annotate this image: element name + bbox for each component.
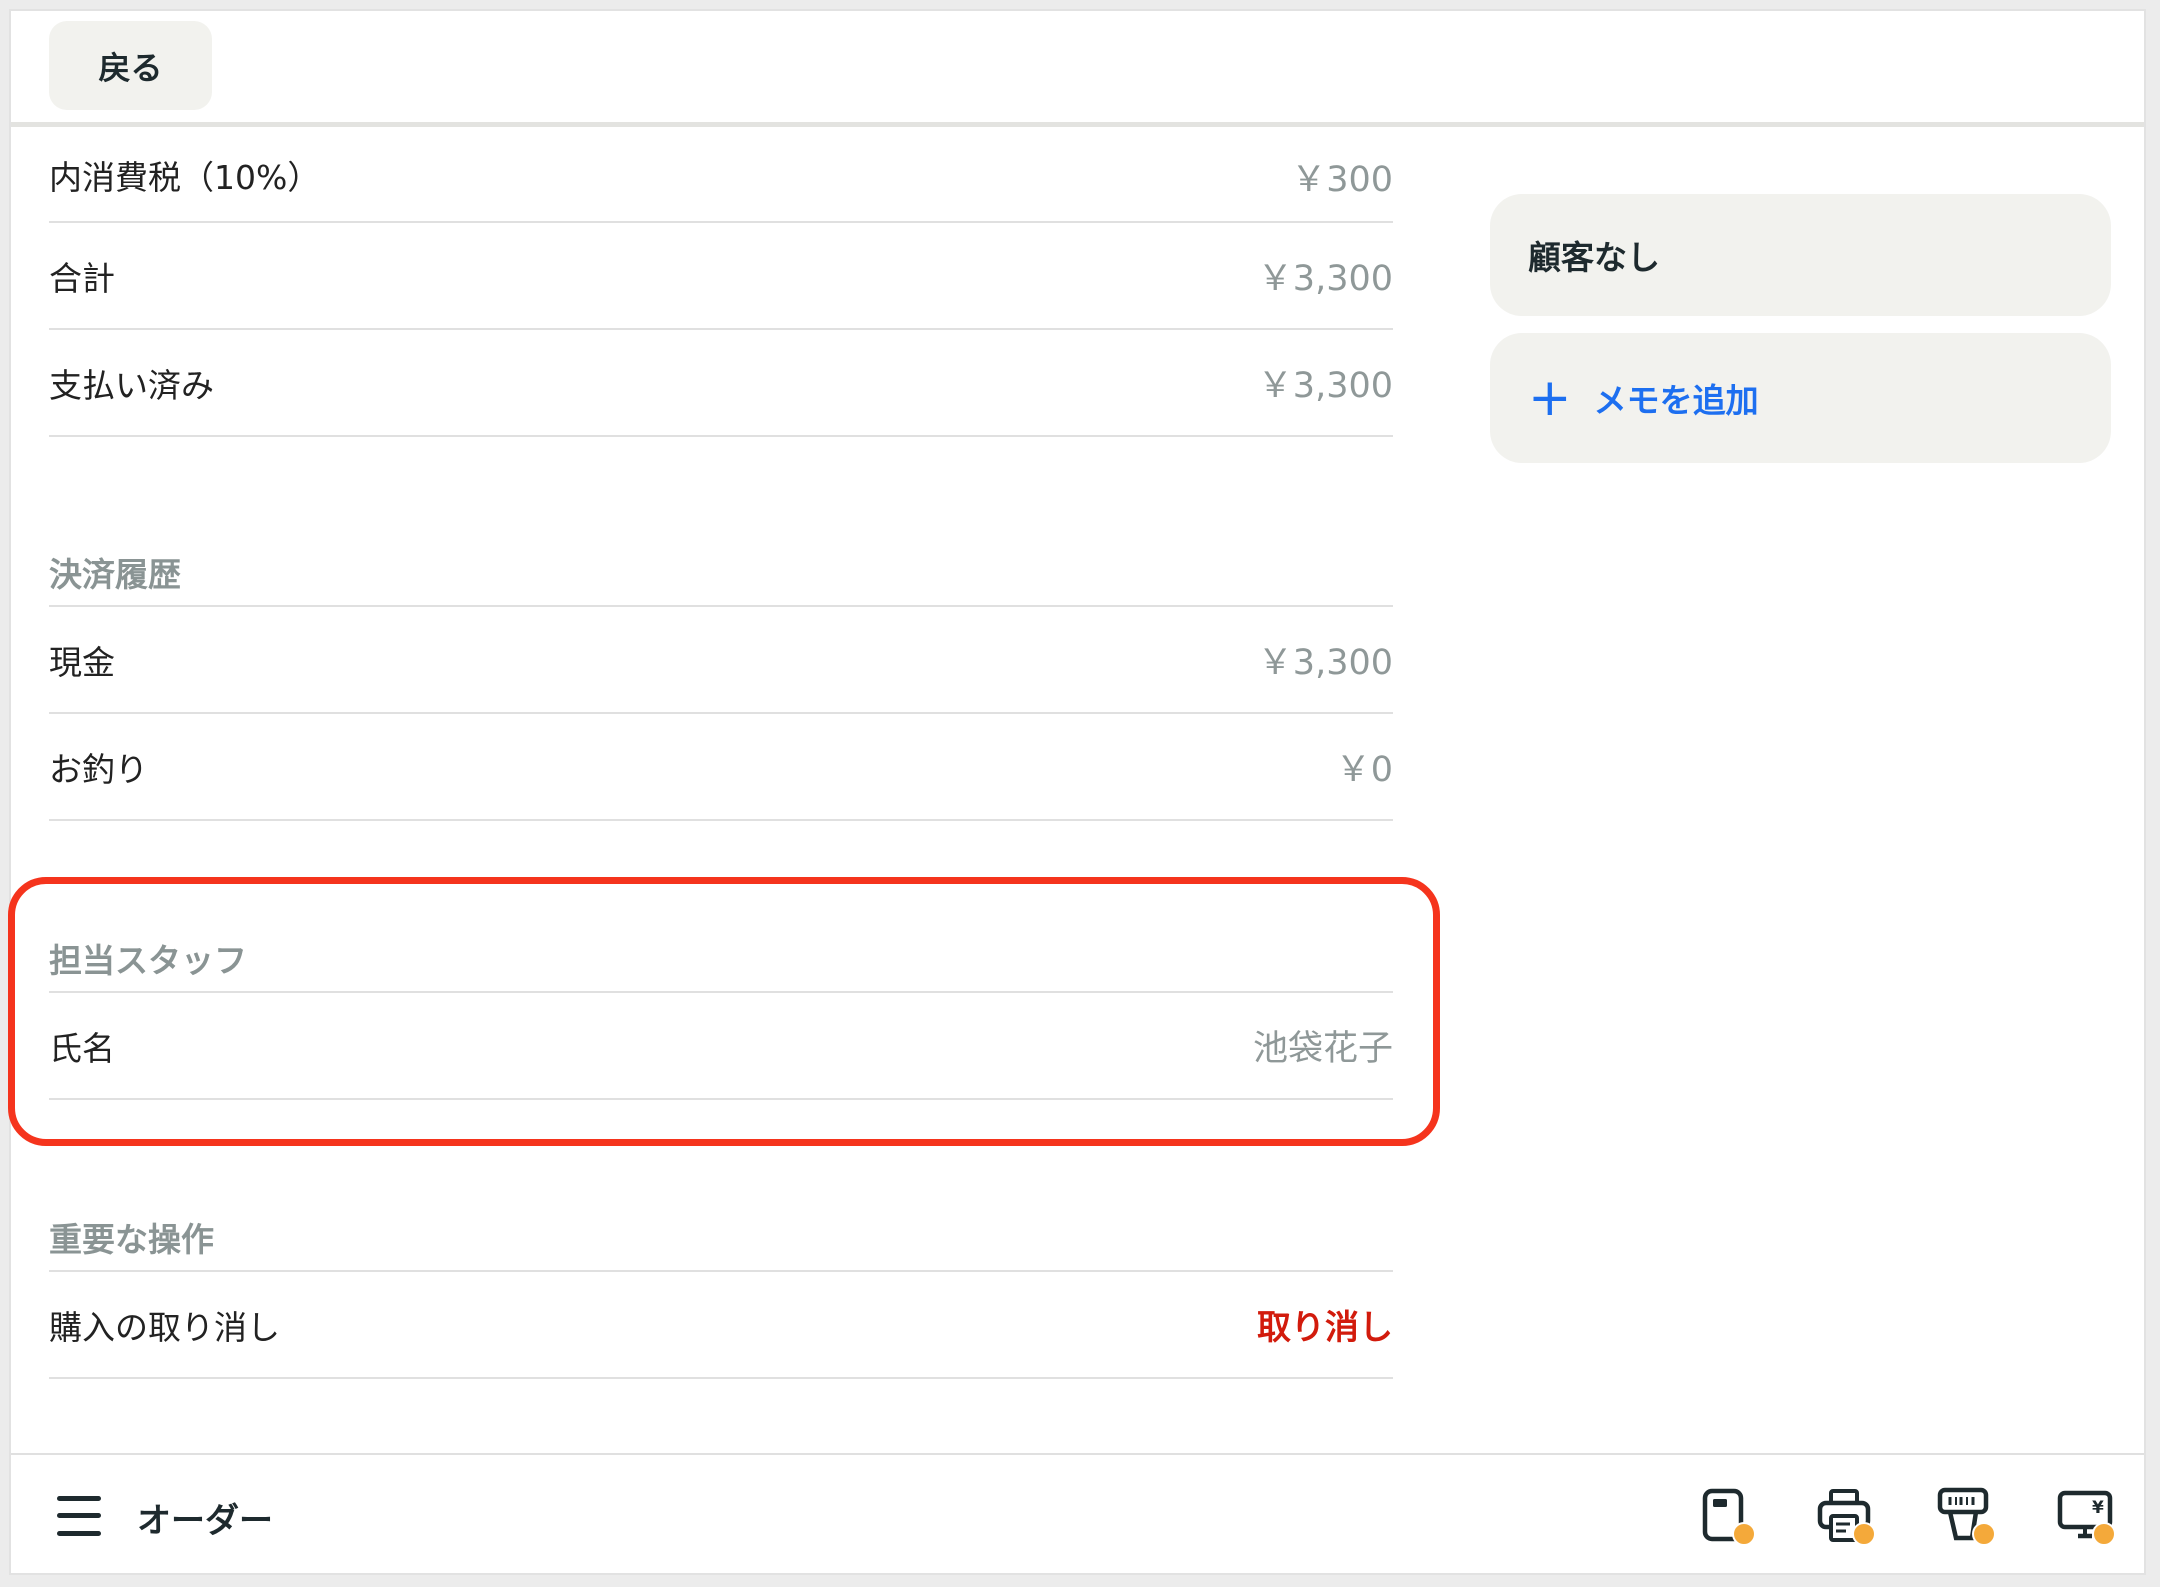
staff-name-label: 氏名 bbox=[49, 1028, 115, 1068]
cash-label: 現金 bbox=[49, 642, 115, 682]
customer-card[interactable]: 顧客なし bbox=[1490, 194, 2111, 316]
cash-value: ￥3,300 bbox=[1257, 643, 1393, 683]
paid-value: ￥3,300 bbox=[1257, 366, 1393, 406]
plus-icon: + bbox=[1528, 368, 1572, 428]
status-dot bbox=[1972, 1522, 1996, 1546]
back-button[interactable]: 戻る bbox=[49, 21, 212, 110]
cancel-purchase-label: 購入の取り消し bbox=[49, 1307, 280, 1347]
paid-row: 支払い済み ￥3,300 bbox=[49, 330, 1393, 437]
card-reader-icon[interactable] bbox=[1696, 1486, 1756, 1546]
customer-label: 顧客なし bbox=[1528, 238, 1660, 277]
barcode-scanner-icon[interactable] bbox=[1936, 1486, 1996, 1546]
status-dot bbox=[2092, 1522, 2116, 1546]
app-window: 戻る 内消費税（10%） ￥300 合計 ￥3,300 支払い済み ￥3,300… bbox=[8, 9, 2146, 1575]
paid-label: 支払い済み bbox=[49, 365, 214, 405]
customer-display-icon[interactable]: ¥ bbox=[2056, 1486, 2116, 1546]
total-value: ￥3,300 bbox=[1257, 259, 1393, 299]
printer-icon[interactable] bbox=[1816, 1486, 1876, 1546]
add-memo-label: メモを追加 bbox=[1593, 381, 1759, 420]
tax-value: ￥300 bbox=[1291, 160, 1393, 200]
add-memo-button[interactable]: + メモを追加 bbox=[1490, 333, 2111, 463]
important-actions-title: 重要な操作 bbox=[49, 1220, 214, 1259]
payment-history-title: 決済履歴 bbox=[49, 555, 181, 594]
status-dot bbox=[1732, 1522, 1756, 1546]
cancel-button[interactable]: 取り消し bbox=[1257, 1300, 1393, 1349]
footer-title: オーダー bbox=[137, 1501, 273, 1541]
tax-row: 内消費税（10%） ￥300 bbox=[49, 131, 1393, 223]
staff-title: 担当スタッフ bbox=[49, 941, 247, 980]
total-row: 合計 ￥3,300 bbox=[49, 223, 1393, 330]
change-value: ￥0 bbox=[1335, 750, 1393, 790]
hamburger-menu-icon[interactable] bbox=[57, 1496, 101, 1536]
staff-name-row[interactable]: 氏名 池袋花子 bbox=[49, 993, 1393, 1100]
footer-bar: オーダー ¥ bbox=[11, 1453, 2144, 1573]
staff-name-value: 池袋花子 bbox=[1252, 1029, 1393, 1069]
header: 戻る bbox=[11, 11, 2144, 127]
tax-label: 内消費税（10%） bbox=[49, 158, 321, 197]
total-label: 合計 bbox=[49, 258, 115, 298]
status-dot bbox=[1852, 1522, 1876, 1546]
change-label: お釣り bbox=[49, 749, 148, 789]
cash-row: 現金 ￥3,300 bbox=[49, 607, 1393, 714]
change-row: お釣り ￥0 bbox=[49, 714, 1393, 821]
svg-text:¥: ¥ bbox=[2092, 1498, 2104, 1518]
cancel-purchase-row: 購入の取り消し 取り消し bbox=[49, 1272, 1393, 1379]
